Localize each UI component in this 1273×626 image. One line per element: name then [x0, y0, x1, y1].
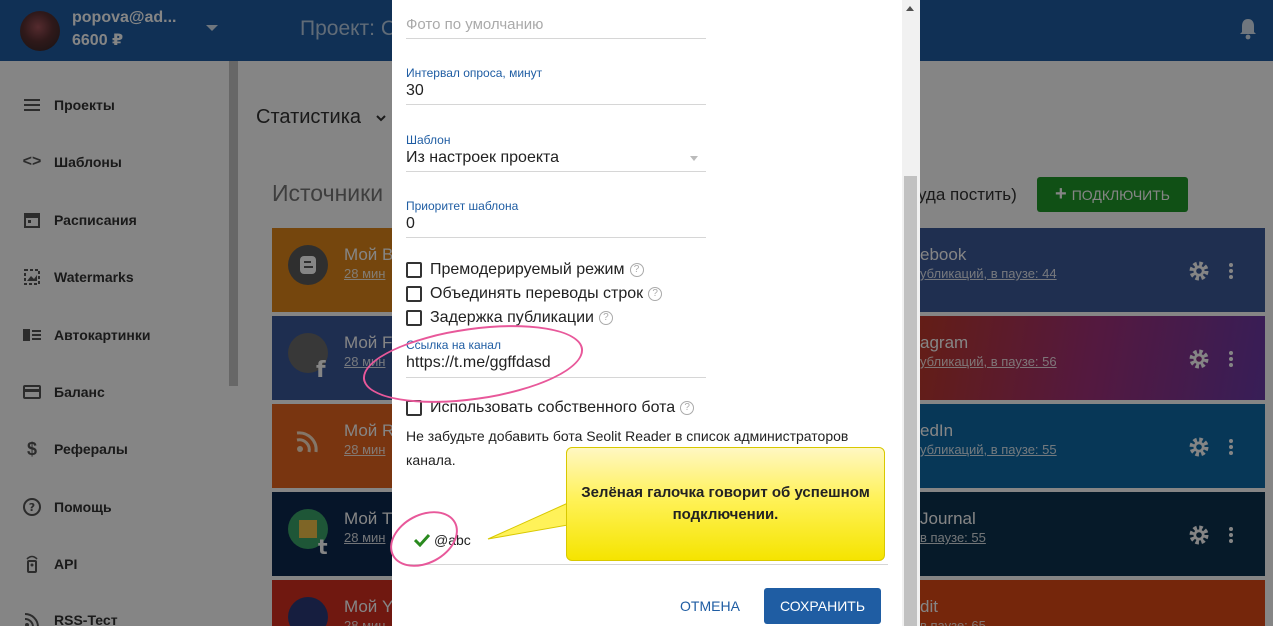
- premoderation-label: Премодерируемый режим: [430, 261, 625, 278]
- help-icon[interactable]: ?: [598, 311, 613, 325]
- dialog-scrollbar-thumb[interactable]: [904, 176, 917, 626]
- own-bot-label: Использовать собственного бота: [430, 399, 676, 416]
- publish-delay-checkbox[interactable]: [406, 310, 422, 326]
- premoderation-checkbox[interactable]: [406, 262, 422, 278]
- merge-linebreaks-label: Объединять переводы строк: [430, 285, 644, 302]
- default-photo-input[interactable]: Фото по умолчанию: [406, 16, 543, 33]
- cancel-button[interactable]: ОТМЕНА: [672, 590, 748, 622]
- merge-linebreaks-checkbox[interactable]: [406, 286, 422, 302]
- template-priority-label: Приоритет шаблона: [406, 199, 519, 213]
- poll-interval-underline: [406, 104, 706, 105]
- poll-interval-input[interactable]: 30: [406, 82, 424, 100]
- template-label: Шаблон: [406, 133, 451, 147]
- template-priority-input[interactable]: 0: [406, 215, 415, 233]
- dropdown-arrow-icon[interactable]: [690, 156, 698, 161]
- poll-interval-label: Интервал опроса, минут: [406, 66, 543, 80]
- default-photo-underline: [406, 38, 706, 39]
- merge-linebreaks-checkbox-row[interactable]: Объединять переводы строк ?: [406, 284, 663, 304]
- premoderation-checkbox-row[interactable]: Премодерируемый режим ?: [406, 260, 644, 280]
- callout-text: Зелёная галочка говорит об успешном подк…: [581, 484, 870, 523]
- help-icon[interactable]: ?: [629, 263, 644, 277]
- template-underline: [406, 171, 706, 172]
- template-select[interactable]: Из настроек проекта: [406, 149, 559, 167]
- help-icon[interactable]: ?: [680, 401, 695, 415]
- save-button[interactable]: СОХРАНИТЬ: [764, 588, 881, 624]
- help-icon[interactable]: ?: [648, 287, 663, 301]
- scroll-up-arrow-icon[interactable]: [906, 6, 914, 11]
- template-priority-underline: [406, 237, 706, 238]
- callout-pointer: [487, 502, 569, 540]
- dialog-footer-divider: [406, 564, 888, 565]
